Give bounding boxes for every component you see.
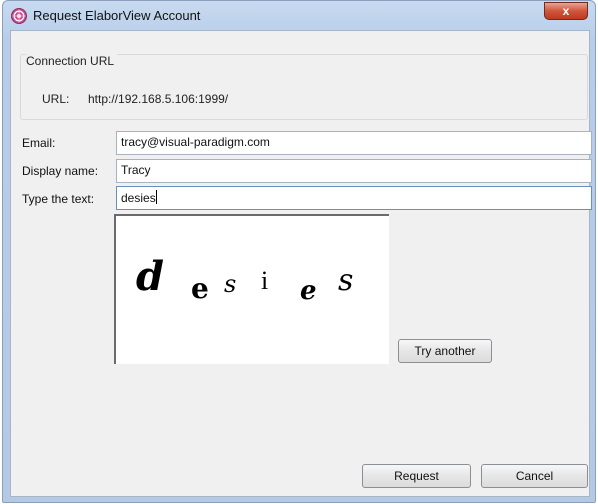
title-bar[interactable]: Request ElaborView Account x — [3, 1, 595, 31]
email-field-value: tracy@visual-paradigm.com — [121, 135, 270, 149]
dialog-window: Request ElaborView Account x Connection … — [2, 0, 596, 503]
window-title: Request ElaborView Account — [33, 8, 201, 23]
cancel-button[interactable]: Cancel — [481, 464, 588, 488]
display-name-field[interactable]: Tracy — [116, 159, 592, 183]
email-field[interactable]: tracy@visual-paradigm.com — [116, 131, 592, 155]
captcha-answer-value: desies — [121, 191, 156, 205]
captcha-letter: e — [300, 276, 317, 306]
captcha-letter: s — [224, 270, 236, 298]
email-label: Email: — [22, 136, 56, 150]
close-button[interactable]: x — [544, 2, 588, 20]
connection-url-group-title: Connection URL — [26, 54, 118, 68]
url-label: URL: — [42, 92, 70, 106]
close-icon: x — [562, 4, 570, 18]
captcha-letter: e — [191, 272, 209, 305]
type-text-label: Type the text: — [22, 192, 95, 206]
captcha-answer-field[interactable]: desies — [116, 186, 592, 210]
elaborview-app-icon — [11, 8, 27, 24]
captcha-letter: d — [136, 253, 164, 300]
captcha-svg: d e s i e s — [136, 253, 353, 306]
display-name-field-value: Tracy — [121, 163, 151, 177]
request-button[interactable]: Request — [362, 464, 471, 488]
url-value: http://192.168.5.106:1999/ — [88, 92, 229, 106]
captcha-letter: i — [261, 266, 268, 295]
captcha-image: d e s i e s — [114, 214, 389, 364]
captcha-letter: s — [338, 263, 353, 298]
try-another-button[interactable]: Try another — [398, 339, 492, 363]
display-name-label: Display name: — [22, 164, 99, 178]
dialog-content: Connection URL URL: http://192.168.5.106… — [10, 30, 592, 497]
text-caret — [155, 190, 157, 204]
